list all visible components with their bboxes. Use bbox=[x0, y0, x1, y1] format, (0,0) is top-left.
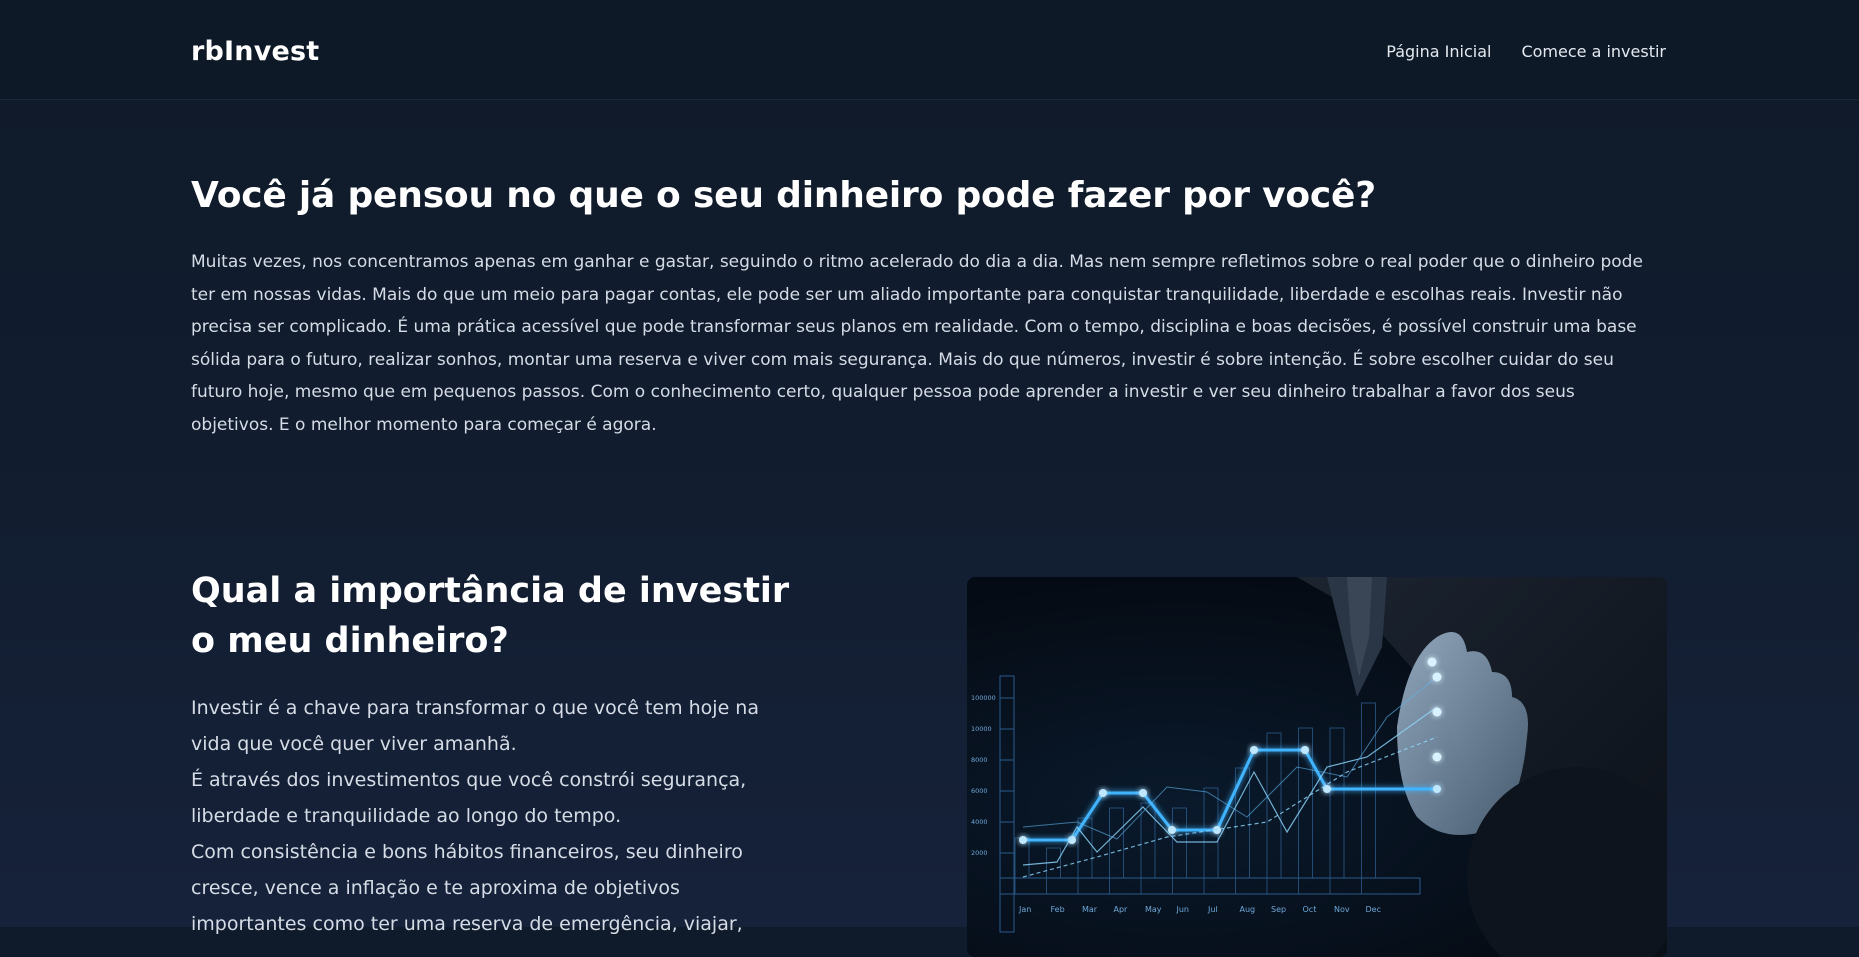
chart-main-line bbox=[1023, 748, 1437, 842]
importance-section: Qual a importância de investir o meu din… bbox=[191, 566, 791, 942]
chart-y-tick-label: 100000 bbox=[971, 694, 996, 702]
chart-point bbox=[1432, 707, 1442, 717]
nav-link-start-investing[interactable]: Comece a investir bbox=[1521, 42, 1666, 61]
intro-paragraph: Muitas vezes, nos concentramos apenas em… bbox=[191, 252, 1643, 435]
chart-x-tick-label: Oct bbox=[1303, 905, 1317, 914]
chart-x-tick-label: Jan bbox=[1018, 905, 1031, 914]
chart-y-tick-label: 4000 bbox=[971, 818, 988, 826]
chart-x-tick-label: Sep bbox=[1271, 905, 1286, 914]
intro-heading: Você já pensou no que o seu dinheiro pod… bbox=[191, 175, 1376, 216]
chart-illustration: 100000 10000 8000 6000 4000 2000 Jan Feb Mar Apr M… bbox=[971, 577, 1667, 957]
chart-x-tick-label: Jul bbox=[1207, 905, 1218, 914]
chart-trend-line bbox=[1022, 736, 1438, 878]
chart-y-tick-label: 10000 bbox=[971, 725, 992, 733]
chart-point bbox=[1433, 785, 1441, 793]
importance-line-2: É através dos investimentos que você con… bbox=[191, 769, 747, 827]
chart-point bbox=[1432, 752, 1442, 762]
chart-y-tick-label: 2000 bbox=[971, 849, 988, 857]
chart-secondary-line bbox=[1022, 706, 1438, 866]
chart-point bbox=[1427, 657, 1437, 667]
nav-link-home[interactable]: Página Inicial bbox=[1386, 42, 1491, 61]
chart-x-tick-label: Nov bbox=[1334, 905, 1350, 914]
chart-bar bbox=[1266, 732, 1282, 879]
chart-point bbox=[1168, 826, 1176, 834]
chart-point bbox=[1301, 746, 1309, 754]
nav-links: Página Inicial Comece a investir bbox=[1386, 42, 1666, 61]
importance-line-3: Com consistência e bons hábitos financei… bbox=[191, 841, 743, 935]
brand-logo[interactable]: rbInvest bbox=[191, 36, 319, 67]
chart-x-tick-label: Apr bbox=[1114, 905, 1129, 914]
investment-chart-image: 100000 10000 8000 6000 4000 2000 Jan Feb Mar Apr M… bbox=[967, 577, 1667, 957]
chart-bar bbox=[1172, 807, 1187, 879]
chart-point bbox=[1019, 836, 1027, 844]
navbar: rbInvest Página Inicial Comece a investi… bbox=[0, 0, 1859, 100]
importance-line-1: Investir é a chave para transformar o qu… bbox=[191, 697, 759, 755]
chart-bar bbox=[1109, 807, 1124, 879]
chart-point bbox=[1432, 672, 1442, 682]
importance-heading: Qual a importância de investir o meu din… bbox=[191, 571, 790, 661]
importance-text: Investir é a chave para transformar o qu… bbox=[191, 690, 771, 942]
chart-point bbox=[1139, 789, 1147, 797]
intro-section: Você já pensou no que o seu dinheiro pod… bbox=[191, 174, 1651, 442]
chart-bar bbox=[1329, 727, 1345, 879]
chart-point bbox=[1099, 789, 1107, 797]
chart-x-tick-label: Mar bbox=[1082, 905, 1098, 914]
chart-point bbox=[1250, 746, 1258, 754]
chart-bar bbox=[1014, 837, 1030, 879]
chart-y-tick-label: 8000 bbox=[971, 756, 988, 764]
chart-x-tick-label: Jun bbox=[1176, 905, 1190, 914]
chart-y-tick-label: 6000 bbox=[971, 787, 988, 795]
chart-x-frame bbox=[999, 877, 1421, 895]
chart-x-tick-label: Aug bbox=[1240, 905, 1256, 914]
chart-x-tick-label: Dec bbox=[1366, 905, 1381, 914]
chart-secondary-line bbox=[1022, 676, 1438, 840]
chart-x-tick-label: May bbox=[1145, 905, 1162, 914]
chart-x-tick-label: Feb bbox=[1051, 905, 1065, 914]
